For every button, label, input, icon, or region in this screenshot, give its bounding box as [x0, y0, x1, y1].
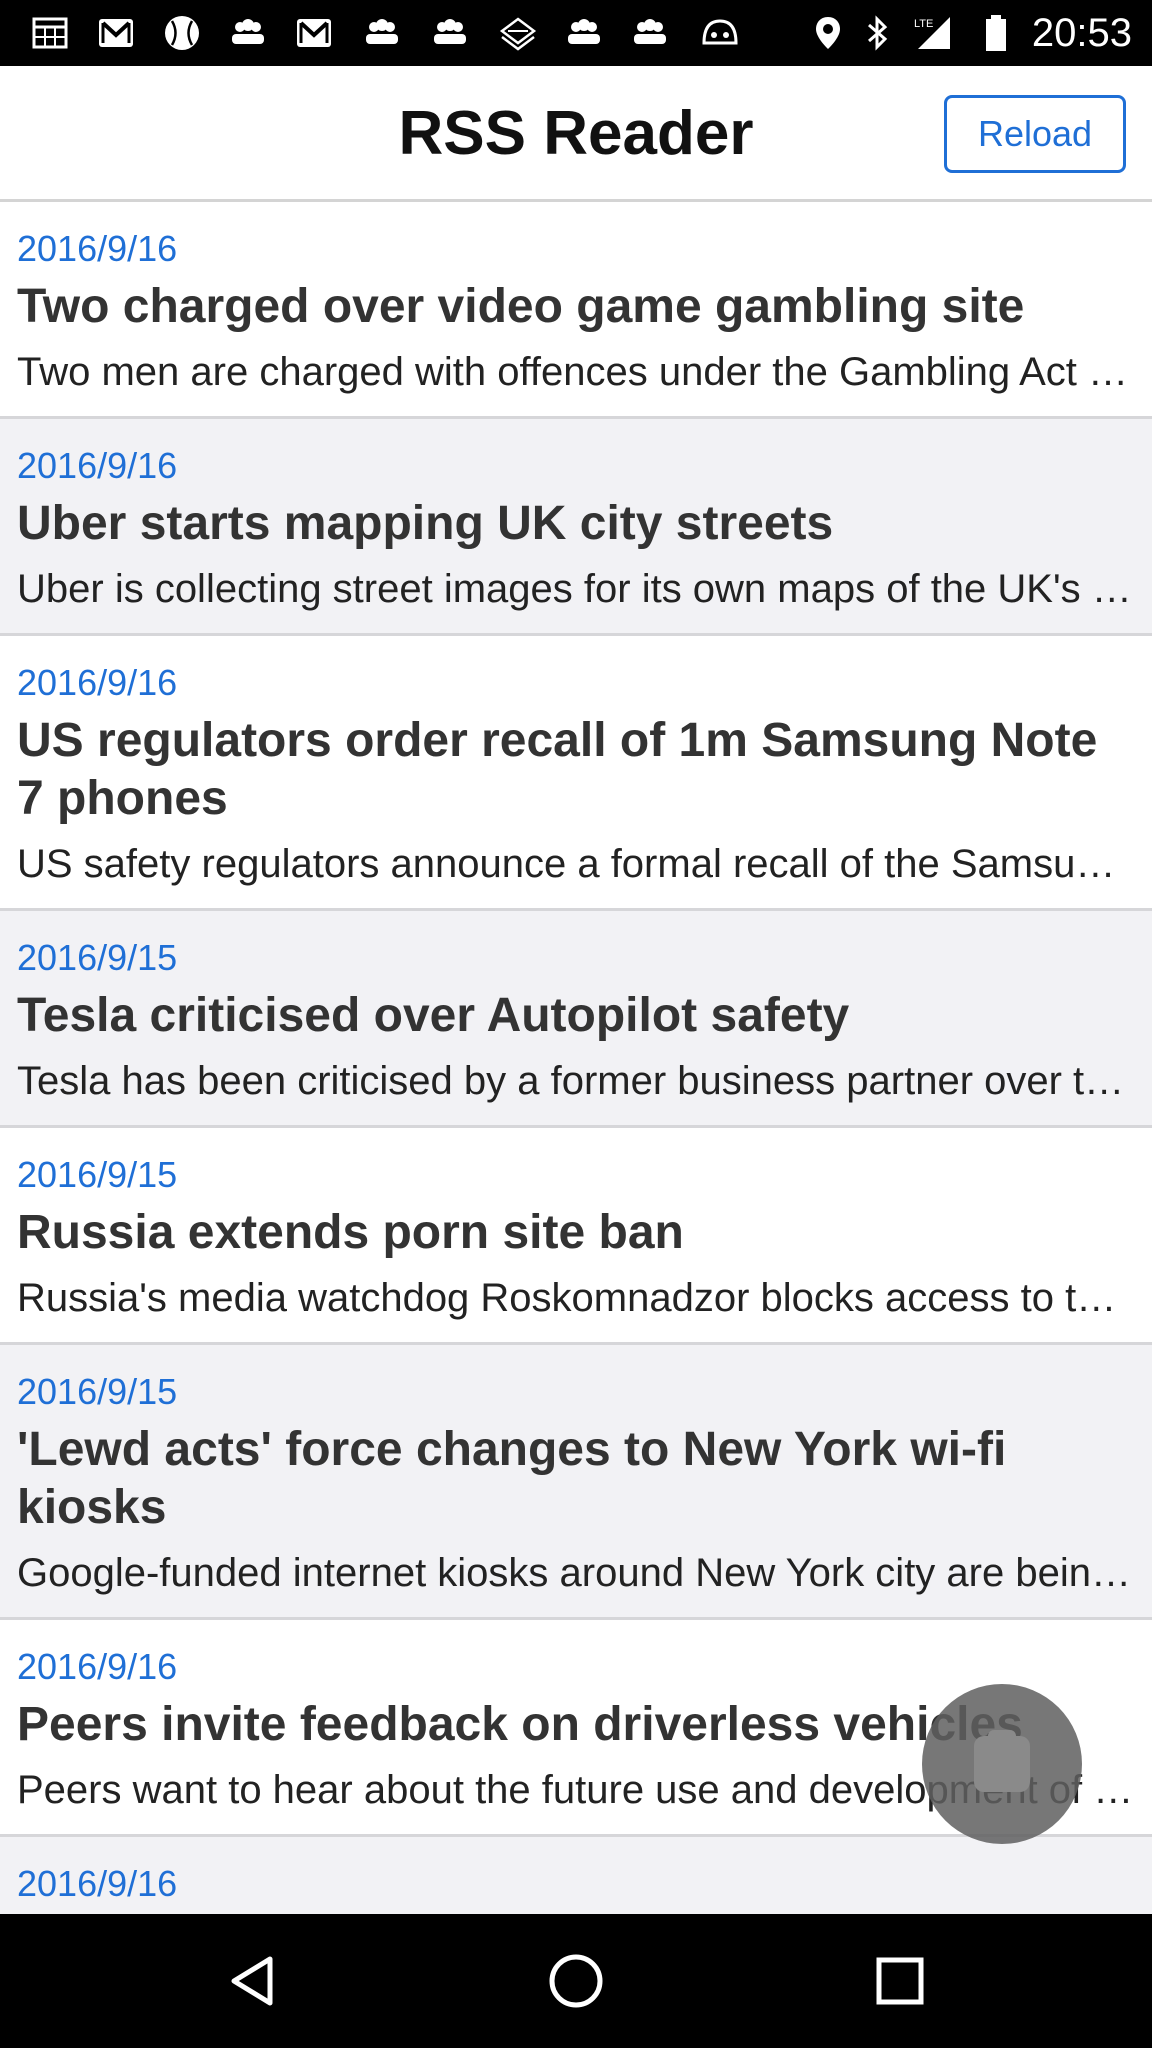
group-icon	[428, 13, 472, 53]
baseball-icon	[160, 13, 204, 53]
list-item[interactable]: 2016/9/16 Two charged over video game ga…	[0, 202, 1152, 419]
bluetooth-icon	[856, 13, 900, 53]
floating-action-button[interactable]	[922, 1684, 1082, 1844]
item-description: Tesla has been criticised by a former bu…	[17, 1059, 1135, 1103]
item-description: Google-funded internet kiosks around New…	[17, 1551, 1135, 1595]
location-icon	[806, 13, 850, 53]
gmail-icon	[94, 13, 138, 53]
group-icon	[562, 13, 606, 53]
face-icon	[698, 13, 742, 53]
list-item[interactable]: 2016/9/15 'Lewd acts' force changes to N…	[0, 1345, 1152, 1620]
item-title: US regulators order recall of 1m Samsung…	[17, 714, 1098, 825]
group-icon	[628, 13, 672, 53]
list-item[interactable]: 2016/9/16	[0, 1837, 1152, 1914]
home-icon[interactable]	[531, 1936, 621, 2026]
item-title: Russia extends porn site ban	[17, 1206, 684, 1259]
list-item[interactable]: 2016/9/16 Uber starts mapping UK city st…	[0, 419, 1152, 636]
lte-signal-icon: LTE	[910, 13, 954, 53]
copy-icon	[974, 1730, 1030, 1792]
group-icon	[226, 13, 270, 53]
item-title: 'Lewd acts' force changes to New York wi…	[17, 1423, 1007, 1534]
status-bar: LTE 20:53	[0, 0, 1152, 66]
recents-icon[interactable]	[855, 1936, 945, 2026]
item-date: 2016/9/15	[17, 1371, 178, 1412]
status-time: 20:53	[1031, 11, 1132, 55]
list-item[interactable]: 2016/9/15 Russia extends porn site ban R…	[0, 1128, 1152, 1345]
svg-text:LTE: LTE	[914, 18, 933, 30]
list-item[interactable]: 2016/9/16 US regulators order recall of …	[0, 636, 1152, 911]
item-date: 2016/9/16	[17, 228, 178, 269]
item-date: 2016/9/16	[17, 662, 178, 703]
calendar-icon	[28, 13, 72, 53]
item-date: 2016/9/16	[17, 1863, 178, 1904]
item-date: 2016/9/15	[17, 1154, 178, 1195]
item-date: 2016/9/16	[17, 1646, 178, 1687]
item-description: US safety regulators announce a formal r…	[17, 842, 1135, 886]
gmail-icon	[292, 13, 336, 53]
navigation-bar	[0, 1914, 1152, 2048]
list-item[interactable]: 2016/9/15 Tesla criticised over Autopilo…	[0, 911, 1152, 1128]
reload-button[interactable]: Reload	[944, 95, 1126, 173]
stack-icon	[496, 13, 540, 53]
feed-list[interactable]: 2016/9/16 Two charged over video game ga…	[0, 202, 1152, 1914]
item-date: 2016/9/16	[17, 445, 178, 486]
item-description: Uber is collecting street images for its…	[17, 567, 1135, 611]
item-title: Uber starts mapping UK city streets	[17, 497, 834, 550]
item-title: Tesla criticised over Autopilot safety	[17, 989, 850, 1042]
app-header: RSS Reader Reload	[0, 66, 1152, 202]
group-icon	[360, 13, 404, 53]
item-description: Russia's media watchdog Roskomnadzor blo…	[17, 1276, 1135, 1320]
item-date: 2016/9/15	[17, 937, 178, 978]
item-description: Two men are charged with offences under …	[17, 350, 1135, 394]
item-title: Two charged over video game gambling sit…	[17, 280, 1025, 333]
battery-icon	[974, 13, 1018, 53]
back-icon[interactable]	[207, 1936, 297, 2026]
